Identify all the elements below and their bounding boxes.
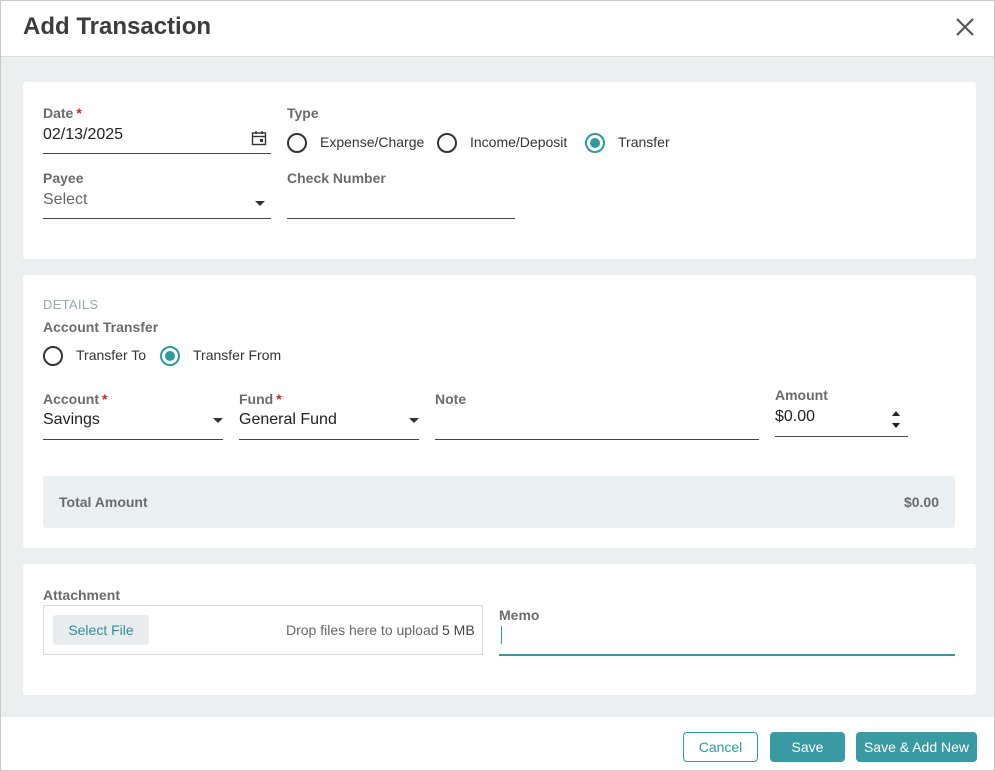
attachment-label: Attachment <box>43 587 121 603</box>
memo-text-cursor <box>501 626 502 644</box>
account-select[interactable]: Savings <box>43 411 100 429</box>
type-option-transfer: Transfer <box>618 134 670 150</box>
amount-label: Amount <box>775 387 828 403</box>
payee-underline <box>43 218 271 219</box>
fund-underline <box>239 439 419 440</box>
transaction-basics-card: Date * 02/13/2025 Type Expense/Charge Inc… <box>23 82 976 259</box>
details-card: DETAILS Account Transfer Transfer To Tra… <box>23 275 976 548</box>
transfer-to-option: Transfer To <box>76 347 147 363</box>
dialog-footer: Cancel Save Save & Add New <box>1 717 994 770</box>
dropdown-caret-icon[interactable] <box>255 201 265 206</box>
payee-label: Payee <box>43 170 84 186</box>
check-number-label: Check Number <box>287 170 386 186</box>
cancel-button[interactable]: Cancel <box>683 732 758 762</box>
spinner-arrows-icon[interactable] <box>890 408 902 432</box>
transfer-to-radio[interactable] <box>43 346 63 366</box>
file-dropzone[interactable]: Select File Drop files here to upload 5 … <box>43 605 483 655</box>
memo-underline-focused <box>499 654 955 656</box>
memo-label: Memo <box>499 607 540 623</box>
fund-select[interactable]: General Fund <box>239 411 337 429</box>
date-input[interactable]: 02/13/2025 <box>43 126 123 144</box>
type-option-expense: Expense/Charge <box>320 134 425 150</box>
type-radio-expense[interactable] <box>287 133 307 153</box>
calendar-icon[interactable] <box>251 130 267 146</box>
save-button[interactable]: Save <box>770 732 845 762</box>
account-label: Account * <box>43 391 108 407</box>
payee-select[interactable]: Select <box>43 191 87 209</box>
total-amount-label: Total Amount <box>59 494 148 510</box>
note-label: Note <box>435 391 467 407</box>
fund-label: Fund * <box>239 391 282 407</box>
note-input[interactable] <box>435 411 759 437</box>
check-number-input[interactable] <box>287 191 515 217</box>
close-icon[interactable] <box>951 13 979 41</box>
type-radio-income[interactable] <box>437 133 457 153</box>
transfer-from-option: Transfer From <box>193 347 282 363</box>
save-and-add-new-button[interactable]: Save & Add New <box>856 732 977 762</box>
memo-input[interactable] <box>499 626 955 652</box>
account-underline <box>43 439 223 440</box>
attachment-memo-card: Attachment Select File Drop files here t… <box>23 564 976 695</box>
drop-files-text: Drop files here to upload <box>286 622 439 638</box>
date-label: Date * <box>43 105 82 121</box>
account-transfer-label: Account Transfer <box>43 319 159 335</box>
type-option-income: Income/Deposit <box>470 134 568 150</box>
type-radio-transfer[interactable] <box>585 133 605 153</box>
details-heading: DETAILS <box>43 297 99 312</box>
transfer-from-radio[interactable] <box>160 346 180 366</box>
amount-input[interactable]: $0.00 <box>775 408 815 426</box>
dialog-title: Add Transaction <box>23 13 212 40</box>
total-amount-bar: Total Amount $0.00 <box>43 476 955 528</box>
max-file-size: 5 MB <box>442 622 475 638</box>
account-dropdown-caret-icon[interactable] <box>213 418 223 423</box>
select-file-button[interactable]: Select File <box>53 615 149 645</box>
amount-underline <box>775 436 908 437</box>
date-underline <box>43 153 271 154</box>
total-amount-value: $0.00 <box>903 494 939 510</box>
fund-dropdown-caret-icon[interactable] <box>409 418 419 423</box>
add-transaction-dialog: Add Transaction Date * 02/13/2025 Type Ex… <box>0 0 995 771</box>
note-underline <box>435 439 759 440</box>
type-label: Type <box>287 105 319 121</box>
dialog-header: Add Transaction <box>1 1 994 57</box>
check-number-underline <box>287 218 515 219</box>
